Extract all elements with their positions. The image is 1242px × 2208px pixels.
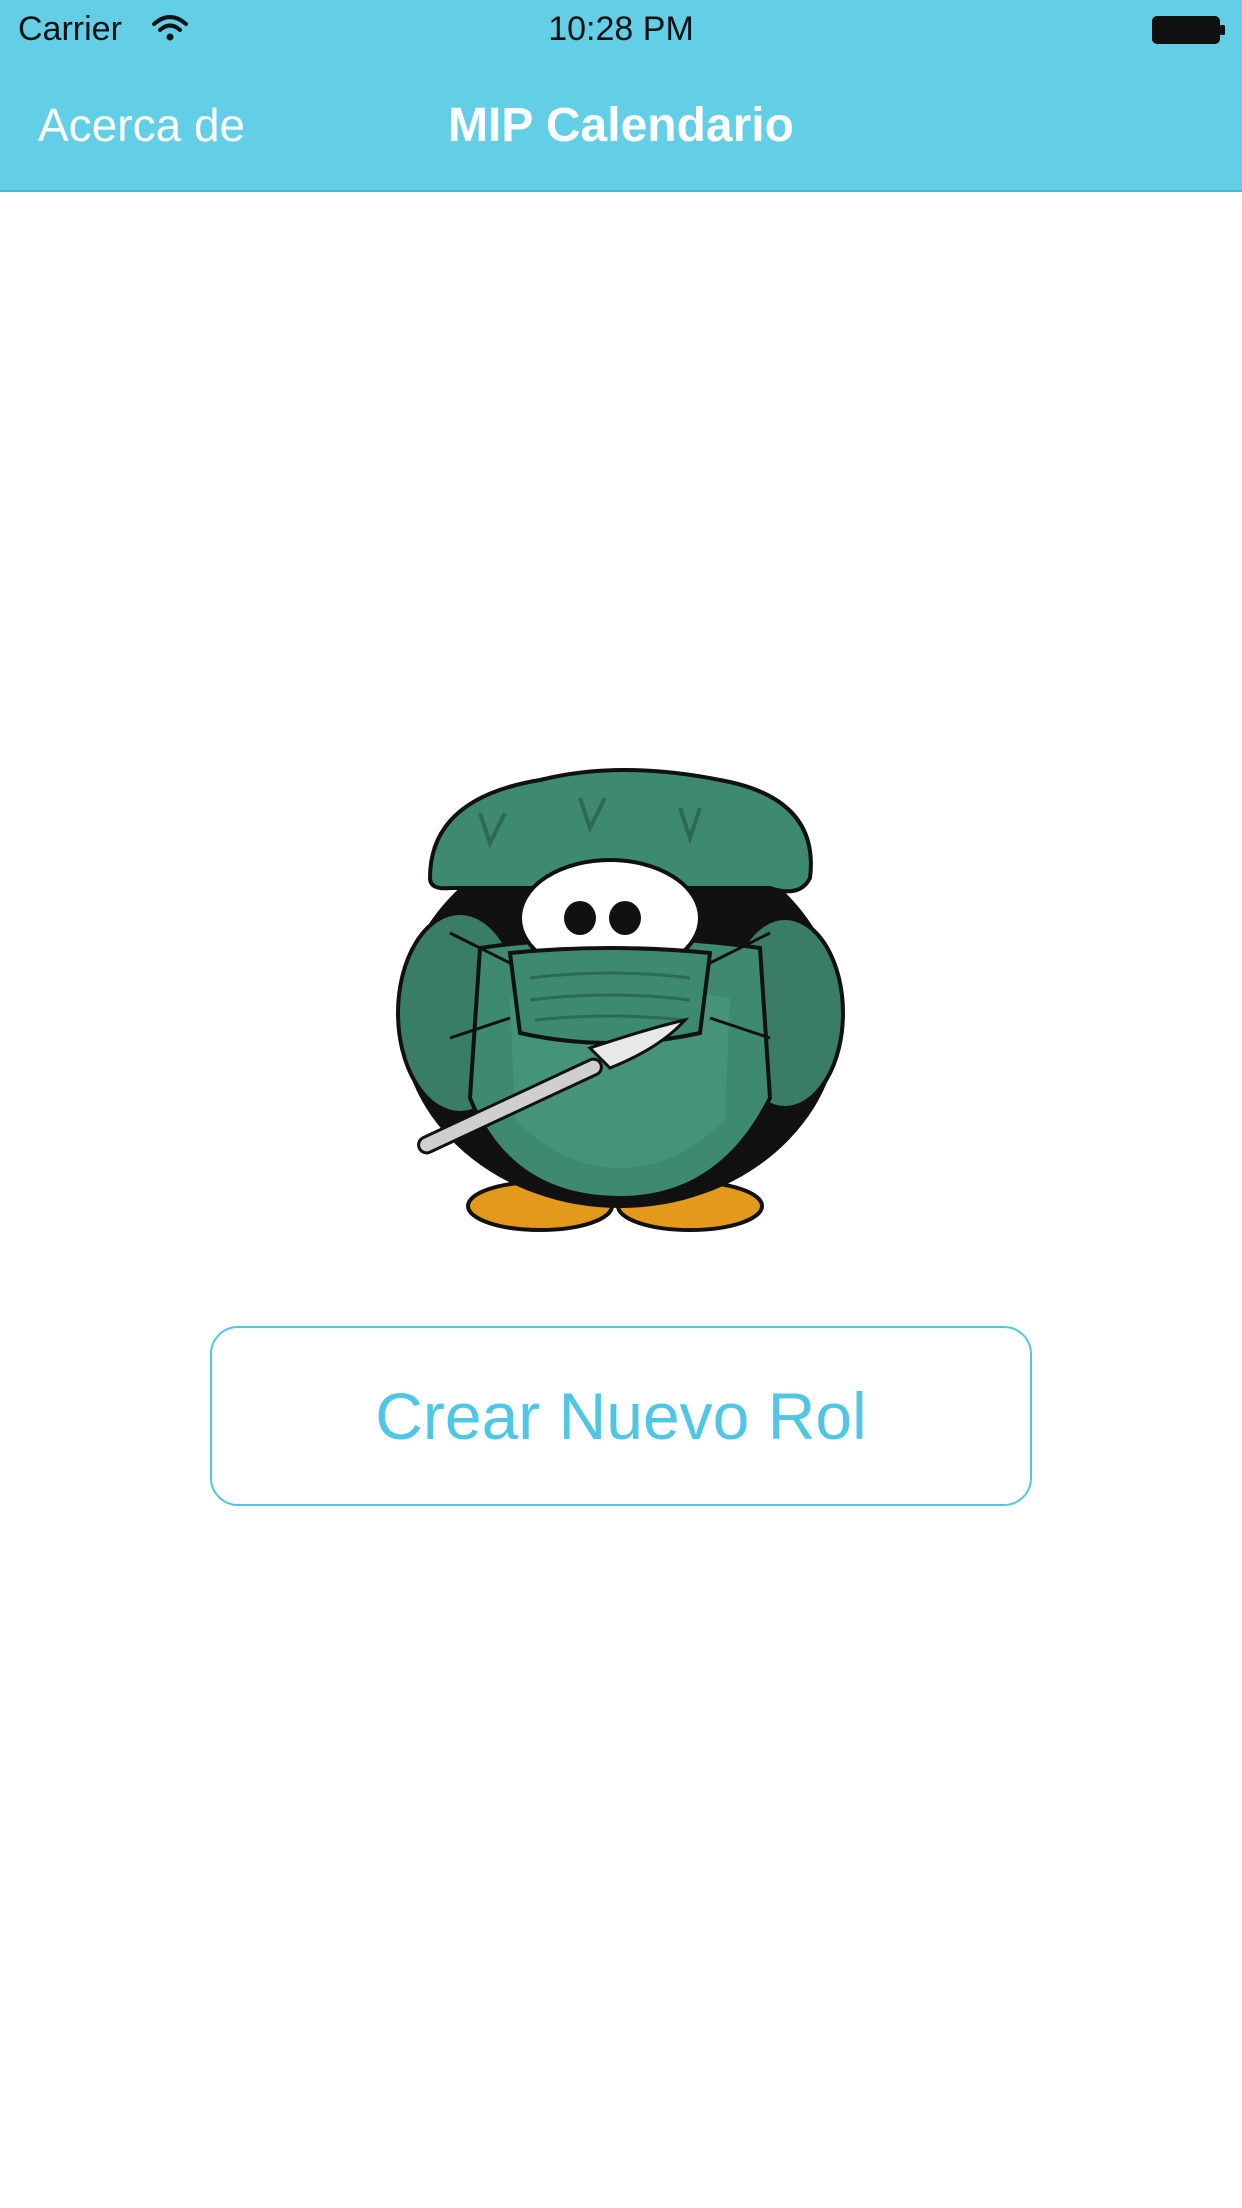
screen: Carrier 10:28 PM Acerca de MIP Calendari… — [0, 0, 1242, 2208]
surgeon-penguin-illustration — [396, 768, 845, 1232]
battery-icon — [1152, 16, 1225, 44]
header: Carrier 10:28 PM Acerca de MIP Calendari… — [0, 0, 1242, 192]
create-new-role-button[interactable]: Crear Nuevo Rol — [210, 1326, 1032, 1506]
status-bar: Carrier 10:28 PM — [0, 0, 1242, 60]
page-title: MIP Calendario — [448, 99, 794, 152]
status-time: 10:28 PM — [548, 10, 694, 48]
navigation-bar: Acerca de MIP Calendario — [0, 60, 1242, 190]
